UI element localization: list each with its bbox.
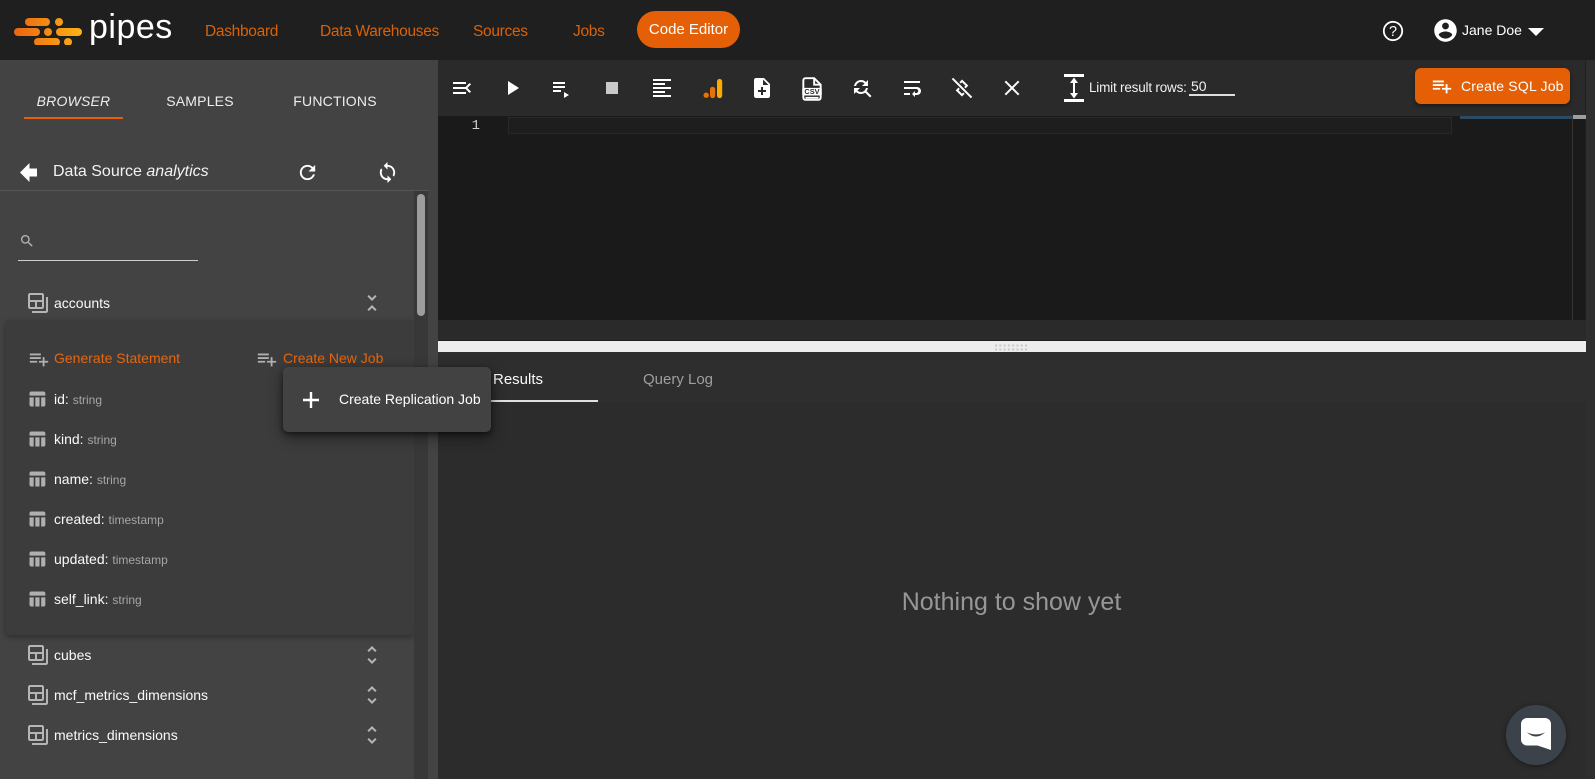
svg-text:?: ? — [1389, 24, 1397, 40]
svg-text:CSV: CSV — [804, 87, 819, 96]
